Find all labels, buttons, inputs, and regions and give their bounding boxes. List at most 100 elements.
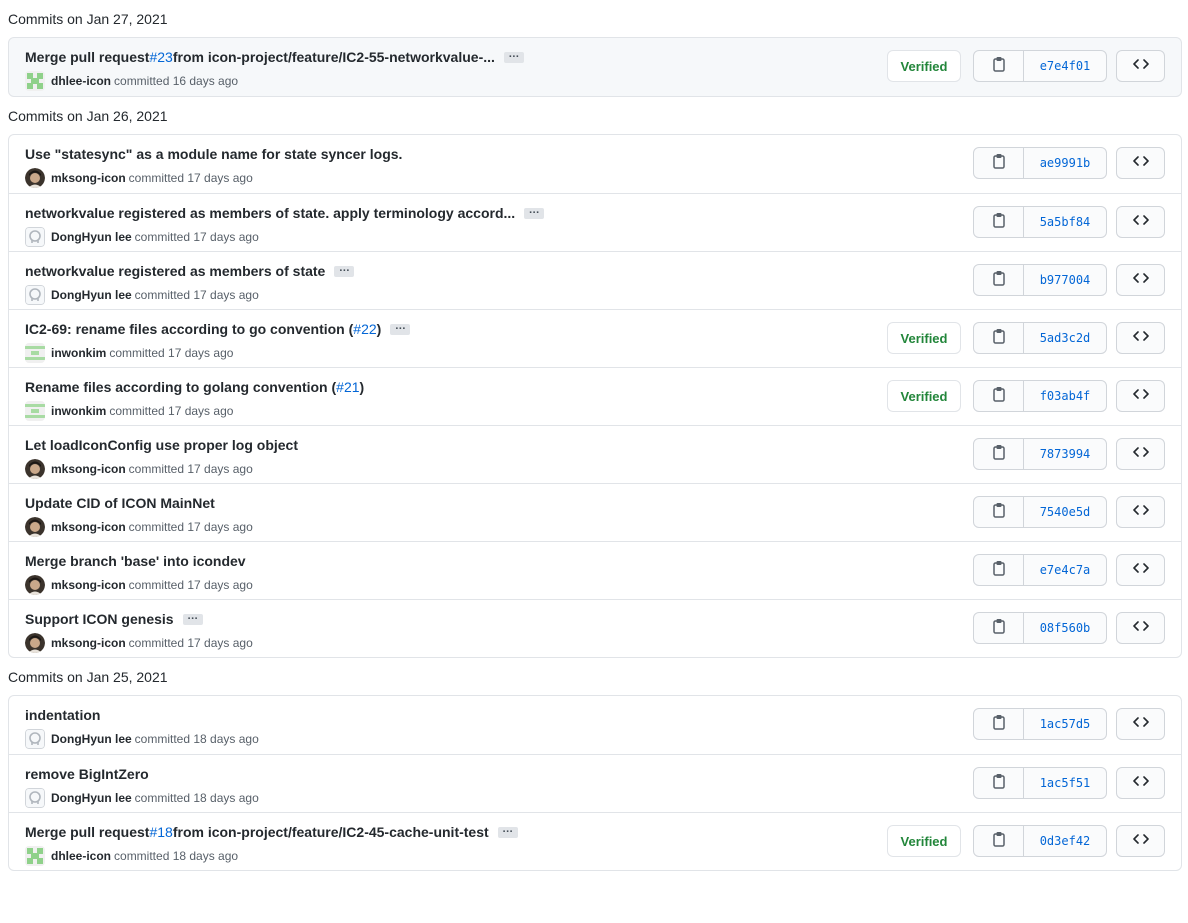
commit-message[interactable]: Merge pull request #23 from icon-project…	[25, 48, 524, 65]
commit-message[interactable]: Support ICON genesis…	[25, 610, 203, 627]
avatar[interactable]	[25, 575, 45, 595]
commit-message[interactable]: indentation	[25, 707, 100, 723]
commit-message-text[interactable]: IC2-69: rename files according to go con…	[25, 321, 353, 337]
commit-sha-link[interactable]: b977004	[1024, 265, 1106, 295]
avatar[interactable]	[25, 788, 45, 808]
commit-message-text[interactable]: Merge pull request	[25, 49, 149, 65]
avatar[interactable]	[25, 729, 45, 749]
verified-badge[interactable]: Verified	[887, 50, 961, 82]
browse-repo-button[interactable]	[1116, 554, 1165, 586]
author-link[interactable]: mksong-icon	[51, 636, 126, 650]
commit-message[interactable]: Rename files according to golang convent…	[25, 379, 364, 395]
avatar[interactable]	[25, 168, 45, 188]
commit-message-text-rest[interactable]: from icon-project/feature/IC2-45-cache-u…	[173, 824, 489, 840]
avatar[interactable]	[25, 71, 45, 91]
commit-message-text[interactable]: Support ICON genesis	[25, 611, 174, 627]
commit-message[interactable]: IC2-69: rename files according to go con…	[25, 320, 411, 337]
expand-message-button[interactable]: …	[334, 262, 355, 277]
pull-request-link[interactable]: #22	[353, 321, 376, 337]
copy-sha-button[interactable]	[974, 265, 1024, 295]
commit-sha-link[interactable]: 7873994	[1024, 439, 1106, 469]
commit-message[interactable]: Merge pull request #18 from icon-project…	[25, 823, 518, 840]
browse-repo-button[interactable]	[1116, 147, 1165, 179]
avatar[interactable]	[25, 517, 45, 537]
author-link[interactable]: DongHyun lee	[51, 230, 132, 244]
commit-message[interactable]: Use "statesync" as a module name for sta…	[25, 146, 402, 162]
commit-sha-link[interactable]: 1ac57d5	[1024, 709, 1106, 739]
commit-message-text[interactable]: remove BigIntZero	[25, 766, 149, 782]
commit-message-text-rest[interactable]: )	[377, 321, 382, 337]
commit-sha-link[interactable]: 7540e5d	[1024, 497, 1106, 527]
pull-request-link[interactable]: #21	[336, 379, 359, 395]
pull-request-link[interactable]: #23	[149, 49, 172, 65]
copy-sha-button[interactable]	[974, 826, 1024, 856]
copy-sha-button[interactable]	[974, 148, 1024, 178]
verified-badge[interactable]: Verified	[887, 322, 961, 354]
pull-request-link[interactable]: #18	[149, 824, 172, 840]
copy-sha-button[interactable]	[974, 439, 1024, 469]
author-link[interactable]: mksong-icon	[51, 520, 126, 534]
copy-sha-button[interactable]	[974, 51, 1024, 81]
commit-sha-link[interactable]: 0d3ef42	[1024, 826, 1106, 856]
commit-sha-link[interactable]: ae9991b	[1024, 148, 1106, 178]
author-link[interactable]: mksong-icon	[51, 578, 126, 592]
browse-repo-button[interactable]	[1116, 206, 1165, 238]
avatar[interactable]	[25, 285, 45, 305]
author-link[interactable]: DongHyun lee	[51, 732, 132, 746]
expand-message-button[interactable]: …	[497, 823, 518, 838]
expand-message-button[interactable]: …	[524, 204, 545, 219]
avatar[interactable]	[25, 343, 45, 363]
commit-message-text[interactable]: Use "statesync" as a module name for sta…	[25, 146, 402, 162]
author-link[interactable]: DongHyun lee	[51, 791, 132, 805]
copy-sha-button[interactable]	[974, 207, 1024, 237]
commit-message-text[interactable]: indentation	[25, 707, 100, 723]
browse-repo-button[interactable]	[1116, 50, 1165, 82]
commit-sha-link[interactable]: 08f560b	[1024, 613, 1106, 643]
browse-repo-button[interactable]	[1116, 438, 1165, 470]
commit-message[interactable]: Merge branch 'base' into icondev	[25, 553, 246, 569]
author-link[interactable]: mksong-icon	[51, 171, 126, 185]
copy-sha-button[interactable]	[974, 497, 1024, 527]
copy-sha-button[interactable]	[974, 381, 1024, 411]
avatar[interactable]	[25, 227, 45, 247]
commit-message-text[interactable]: Let loadIconConfig use proper log object	[25, 437, 298, 453]
commit-message[interactable]: networkvalue registered as members of st…	[25, 204, 545, 221]
browse-repo-button[interactable]	[1116, 322, 1165, 354]
copy-sha-button[interactable]	[974, 555, 1024, 585]
verified-badge[interactable]: Verified	[887, 380, 961, 412]
commit-message[interactable]: Let loadIconConfig use proper log object	[25, 437, 298, 453]
author-link[interactable]: mksong-icon	[51, 462, 126, 476]
commit-message[interactable]: Update CID of ICON MainNet	[25, 495, 215, 511]
author-link[interactable]: dhlee-icon	[51, 74, 111, 88]
author-link[interactable]: inwonkim	[51, 404, 106, 418]
commit-message-text[interactable]: Rename files according to golang convent…	[25, 379, 336, 395]
browse-repo-button[interactable]	[1116, 264, 1165, 296]
browse-repo-button[interactable]	[1116, 496, 1165, 528]
commit-sha-link[interactable]: f03ab4f	[1024, 381, 1106, 411]
author-link[interactable]: DongHyun lee	[51, 288, 132, 302]
avatar[interactable]	[25, 401, 45, 421]
copy-sha-button[interactable]	[974, 323, 1024, 353]
expand-message-button[interactable]: …	[503, 48, 524, 63]
browse-repo-button[interactable]	[1116, 380, 1165, 412]
copy-sha-button[interactable]	[974, 709, 1024, 739]
commit-message-text-rest[interactable]: )	[360, 379, 365, 395]
browse-repo-button[interactable]	[1116, 708, 1165, 740]
browse-repo-button[interactable]	[1116, 825, 1165, 857]
commit-sha-link[interactable]: 1ac5f51	[1024, 768, 1106, 798]
commit-message-text-rest[interactable]: from icon-project/feature/IC2-55-network…	[173, 49, 495, 65]
commit-sha-link[interactable]: 5ad3c2d	[1024, 323, 1106, 353]
copy-sha-button[interactable]	[974, 613, 1024, 643]
browse-repo-button[interactable]	[1116, 612, 1165, 644]
commit-sha-link[interactable]: 5a5bf84	[1024, 207, 1106, 237]
avatar[interactable]	[25, 846, 45, 866]
author-link[interactable]: inwonkim	[51, 346, 106, 360]
commit-message-text[interactable]: networkvalue registered as members of st…	[25, 263, 325, 279]
verified-badge[interactable]: Verified	[887, 825, 961, 857]
commit-message[interactable]: remove BigIntZero	[25, 766, 149, 782]
avatar[interactable]	[25, 459, 45, 479]
commit-sha-link[interactable]: e7e4f01	[1024, 51, 1106, 81]
expand-message-button[interactable]: …	[390, 320, 411, 335]
commit-message-text[interactable]: Merge pull request	[25, 824, 149, 840]
commit-message-text[interactable]: networkvalue registered as members of st…	[25, 205, 515, 221]
